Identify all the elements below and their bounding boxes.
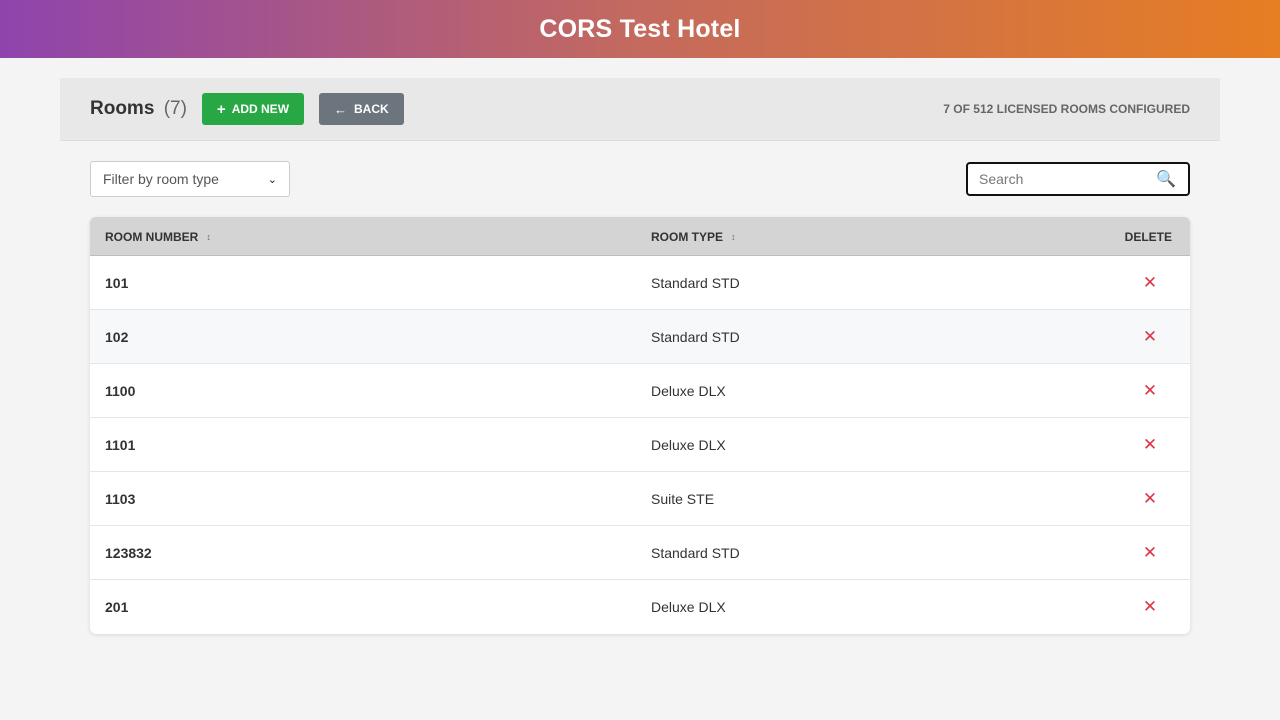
rooms-table: ROOM NUMBER ↕ ROOM TYPE ↕ DELETE 101 Sta… [90, 217, 1190, 634]
search-box: 🔍 [966, 162, 1190, 196]
rooms-heading-label: Rooms [90, 98, 155, 119]
room-type-cell: Deluxe DLX [651, 383, 726, 399]
search-input[interactable] [968, 164, 1153, 194]
column-header-delete-label: DELETE [1124, 229, 1172, 244]
rooms-toolbar: Rooms (7) + ADD NEW ← BACK 7 OF 512 LICE… [60, 78, 1220, 141]
arrow-left-icon: ← [334, 101, 348, 117]
rooms-count: (7) [163, 98, 187, 119]
room-type-cell: Deluxe DLX [651, 437, 726, 453]
table-row: 1103 Suite STE ✕ [90, 472, 1190, 526]
license-info: 7 OF 512 LICENSED ROOMS CONFIGURED [943, 102, 1190, 116]
column-header-room-number[interactable]: ROOM NUMBER ↕ [105, 217, 211, 256]
app-title: CORS Test Hotel [539, 14, 741, 43]
column-header-room-type[interactable]: ROOM TYPE ↕ [651, 217, 736, 256]
room-number-cell: 1101 [105, 437, 136, 453]
table-header: ROOM NUMBER ↕ ROOM TYPE ↕ DELETE [90, 217, 1190, 256]
column-header-room-type-label: ROOM TYPE [651, 229, 724, 244]
delete-icon[interactable]: ✕ [1140, 472, 1160, 526]
chevron-down-icon: ⌄ [267, 173, 277, 186]
table-row: 1101 Deluxe DLX ✕ [90, 418, 1190, 472]
table-body: 101 Standard STD ✕ 102 Standard STD ✕ 11… [90, 256, 1190, 634]
room-type-cell: Standard STD [651, 545, 740, 561]
sort-icon: ↕ [206, 231, 211, 242]
column-header-delete: DELETE [1125, 217, 1172, 256]
column-header-room-number-label: ROOM NUMBER [105, 229, 199, 244]
app-header: CORS Test Hotel [0, 0, 1280, 58]
table-row: 123832 Standard STD ✕ [90, 526, 1190, 580]
table-row: 1100 Deluxe DLX ✕ [90, 364, 1190, 418]
room-type-filter-value: Filter by room type [103, 171, 219, 187]
page-title: Rooms (7) [90, 98, 187, 120]
search-icon[interactable]: 🔍 [1156, 169, 1176, 189]
delete-icon[interactable]: ✕ [1140, 580, 1160, 634]
plus-icon: + [216, 100, 226, 118]
delete-icon[interactable]: ✕ [1140, 526, 1160, 580]
delete-icon[interactable]: ✕ [1140, 310, 1160, 364]
back-button[interactable]: ← BACK [319, 93, 404, 125]
room-number-cell: 102 [105, 329, 129, 345]
room-type-cell: Standard STD [651, 275, 740, 291]
table-row: 102 Standard STD ✕ [90, 310, 1190, 364]
delete-icon[interactable]: ✕ [1140, 364, 1160, 418]
room-type-cell: Deluxe DLX [651, 599, 726, 615]
table-row: 101 Standard STD ✕ [90, 256, 1190, 310]
room-number-cell: 201 [105, 599, 129, 615]
room-number-cell: 1103 [105, 491, 136, 507]
back-label: BACK [354, 102, 389, 116]
room-type-filter[interactable]: Filter by room type ⌄ [90, 161, 290, 197]
delete-icon[interactable]: ✕ [1140, 418, 1160, 472]
add-new-button[interactable]: + ADD NEW [201, 93, 305, 125]
add-new-label: ADD NEW [231, 102, 290, 116]
table-row: 201 Deluxe DLX ✕ [90, 580, 1190, 634]
room-type-cell: Standard STD [651, 329, 740, 345]
room-number-cell: 1100 [105, 383, 136, 399]
room-number-cell: 101 [105, 275, 129, 291]
delete-icon[interactable]: ✕ [1140, 256, 1160, 310]
sort-icon: ↕ [731, 231, 736, 242]
room-type-cell: Suite STE [651, 491, 715, 507]
room-number-cell: 123832 [105, 545, 152, 561]
